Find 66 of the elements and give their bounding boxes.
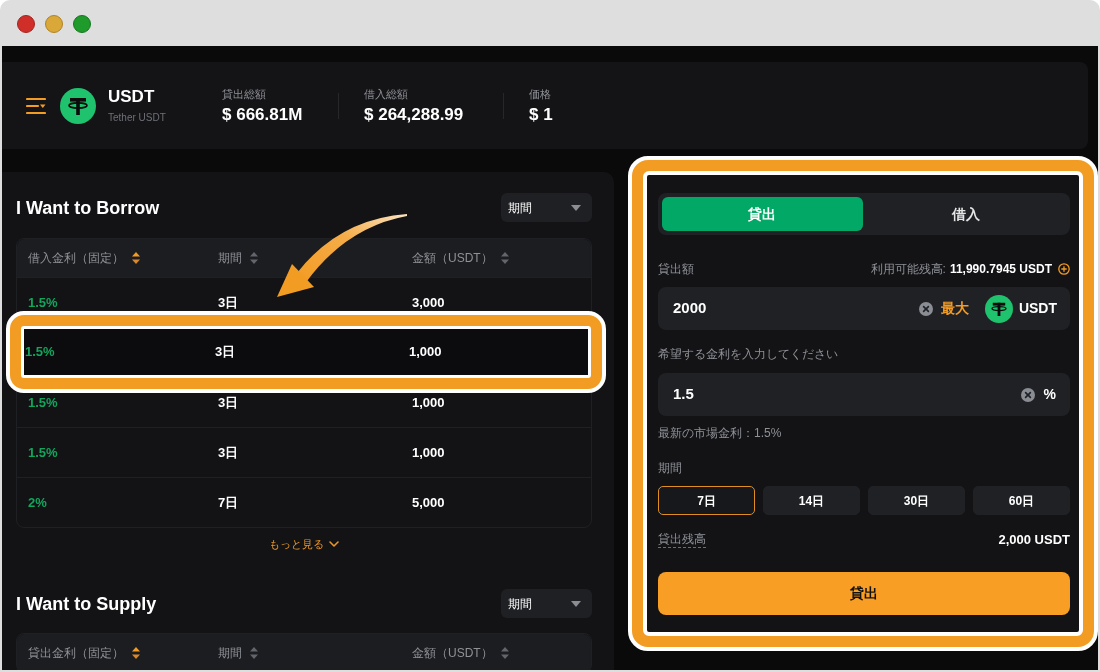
field-value: 2000 — [673, 298, 707, 319]
table-cell-text: 3,000 — [412, 293, 445, 312]
balance-value: 2,000 USDT — [998, 532, 1070, 548]
table-cell-text: 3日 — [218, 293, 239, 312]
table-cell-text: 3日 — [218, 393, 239, 412]
coin-logo-icon — [984, 294, 1013, 323]
field-value: 1.5 — [673, 384, 694, 405]
section-title: I Want to Borrow — [16, 196, 160, 220]
chevron-down-icon — [329, 541, 339, 547]
table-cell-text: 2% — [28, 493, 47, 512]
filter-dropdown[interactable]: 期間 — [501, 589, 592, 618]
available-value: 11,990.7945 USDT — [949, 261, 1052, 277]
close-window-button[interactable] — [17, 15, 35, 33]
table-cell-text: 1,000 — [412, 393, 445, 412]
table-cell-text: 7日 — [218, 493, 239, 512]
table-cell-text: 3日 — [218, 443, 239, 462]
stat-label: 借入総額 — [364, 86, 408, 101]
table-cell-text: 1.5% — [25, 343, 55, 362]
menu-icon[interactable] — [26, 96, 46, 115]
amount-field[interactable]: 2000 最大 USDT — [658, 287, 1070, 330]
field-label: 貸出額 — [658, 261, 694, 277]
clear-icon[interactable] — [1020, 387, 1035, 402]
caret-icon — [571, 204, 581, 211]
table-cell-text: 1,000 — [412, 443, 445, 462]
plus-circle-icon[interactable] — [1058, 263, 1070, 275]
field-label: 希望する金利を入力してください — [658, 346, 838, 362]
unit-label: % — [1043, 385, 1056, 404]
column-header[interactable]: 金額（USDT） — [412, 250, 509, 266]
tab[interactable]: 借入 — [865, 197, 1066, 231]
market-rate-text: 最新の市場金利：1.5% — [658, 425, 782, 441]
available-label: 利用可能残高: — [870, 261, 946, 277]
term-option[interactable]: 7日 — [658, 486, 755, 515]
column-header[interactable]: 金額（USDT） — [412, 645, 509, 661]
clear-icon[interactable] — [918, 301, 933, 316]
asset-symbol: USDT — [108, 87, 155, 107]
column-header[interactable]: 借入金利（固定） — [28, 250, 140, 266]
table-cell-text: 1.5% — [28, 443, 58, 462]
column-header[interactable]: 期間 — [218, 645, 258, 661]
stat-label: 価格 — [529, 86, 551, 101]
submit-button[interactable]: 貸出 — [658, 572, 1070, 615]
table-cell-text: 1.5% — [28, 393, 58, 412]
max-button[interactable]: 最大 — [940, 298, 969, 319]
column-header[interactable]: 貸出金利（固定） — [28, 645, 140, 661]
coin-logo-icon — [60, 87, 96, 124]
table-cell-text: 5,000 — [412, 493, 445, 512]
stat-value: $ 1 — [529, 104, 553, 125]
asset-name: Tether USDT — [108, 112, 166, 124]
stat-value: $ 264,288.99 — [364, 104, 464, 125]
table-cell-text: 1,000 — [409, 343, 442, 362]
term-option[interactable]: 60日 — [973, 486, 1070, 515]
table-cell-text: 1.5% — [28, 293, 58, 312]
caret-icon — [571, 600, 581, 607]
stat-label: 貸出総額 — [222, 86, 266, 101]
rate-field[interactable]: 1.5 % — [658, 373, 1070, 416]
term-option[interactable]: 30日 — [868, 486, 965, 515]
section-title: I Want to Supply — [16, 592, 157, 616]
field-label: 期間 — [658, 460, 682, 476]
term-option[interactable]: 14日 — [763, 486, 860, 515]
filter-dropdown[interactable]: 期間 — [501, 193, 592, 222]
table-cell-text: 3日 — [215, 343, 236, 362]
zoom-window-button[interactable] — [73, 15, 91, 33]
more-link[interactable]: もっと見る — [269, 536, 339, 552]
column-header[interactable]: 期間 — [218, 250, 258, 266]
balance-label: 貸出残高 — [658, 532, 706, 548]
currency-label: USDT — [1018, 299, 1057, 318]
stat-value: $ 666.81M — [222, 104, 303, 125]
